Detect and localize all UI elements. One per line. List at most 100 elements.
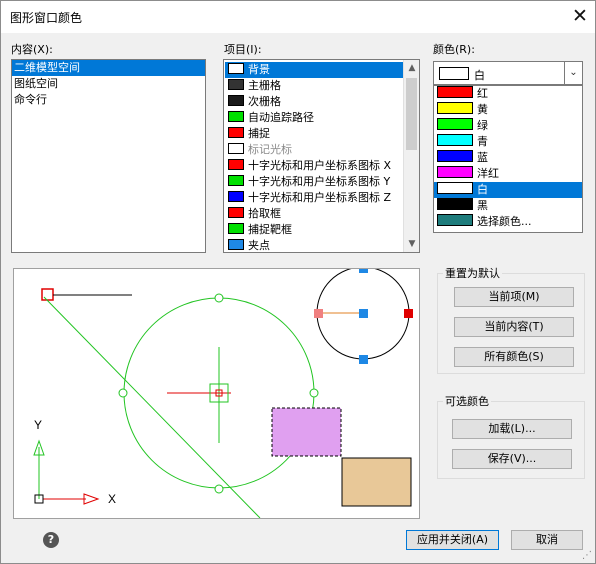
graphics-window-color-dialog: 图形窗口颜色 ✕ 内容(X): 二维模型空间 图纸空间 命令行 项目(I): 背景主… [0, 0, 596, 564]
element-color-swatch [228, 63, 244, 74]
title-bar: 图形窗口颜色 ✕ [1, 1, 595, 33]
color-option[interactable]: 选择颜色... [434, 214, 582, 230]
grip-center [359, 309, 368, 318]
element-item[interactable]: 自动追踪路径 [225, 110, 403, 126]
grip-bottom [214, 484, 224, 494]
grip-right [309, 388, 319, 398]
element-item-label: 主栅格 [248, 79, 281, 92]
restore-all-colors-button[interactable]: 所有颜色(S) [454, 347, 574, 367]
element-color-swatch [228, 223, 244, 234]
element-item[interactable]: 背景 [225, 62, 403, 78]
element-item[interactable]: 捕捉 [225, 126, 403, 142]
color-option-label: 红 [477, 87, 488, 100]
grip-bottom-blue [359, 355, 368, 364]
layout-paper-box [341, 457, 412, 507]
color-option[interactable]: 黄 [434, 102, 582, 118]
color-option-swatch [437, 198, 473, 210]
element-item[interactable]: 捕捉靶框 [225, 222, 403, 238]
color-option-label: 洋红 [477, 167, 499, 180]
apply-and-close-button[interactable]: 应用并关闭(A) [406, 530, 499, 550]
element-color-swatch [228, 111, 244, 122]
color-option[interactable]: 绿 [434, 118, 582, 134]
element-item[interactable]: 标记光标 [225, 142, 403, 158]
context-item[interactable]: 二维模型空间 [12, 60, 205, 76]
color-option-label: 绿 [477, 119, 488, 132]
color-option-label: 白 [477, 183, 488, 196]
color-option-label: 选择颜色... [477, 215, 532, 228]
scroll-up-icon[interactable]: ▲ [404, 60, 419, 76]
restore-defaults-title: 重置为默认 [443, 265, 502, 281]
color-option-swatch [437, 118, 473, 130]
element-item[interactable]: 次栅格 [225, 94, 403, 110]
color-option-swatch [437, 214, 473, 226]
cancel-button[interactable]: 取消 [511, 530, 583, 550]
color-option-swatch [437, 182, 473, 194]
dialog-title: 图形窗口颜色 [10, 11, 83, 25]
restore-current-context-button[interactable]: 当前内容(T) [454, 317, 574, 337]
color-option[interactable]: 白 [434, 182, 582, 198]
color-dropdown-list[interactable]: 红黄绿青蓝洋红白黑选择颜色... [433, 85, 583, 233]
color-option-swatch [437, 102, 473, 114]
preview-area: Y X [13, 268, 420, 519]
pickbox-mark [41, 288, 54, 301]
element-item-label: 自动追踪路径 [248, 111, 314, 124]
color-label: 颜色(R): [433, 43, 475, 56]
element-item[interactable]: 拾取框 [225, 206, 403, 222]
element-color-swatch [228, 239, 244, 250]
color-combobox[interactable]: 白 ⌄ [433, 61, 583, 85]
element-color-swatch [228, 175, 244, 186]
element-item[interactable]: 主栅格 [225, 78, 403, 94]
element-color-swatch [228, 79, 244, 90]
element-list[interactable]: 背景 主栅格次栅格 自动追踪路径 捕捉标记光标十字光标和用户坐标系图标 X 十字光标和用… [223, 59, 420, 253]
element-item-label: 标记光标 [248, 143, 292, 156]
chevron-down-icon[interactable]: ⌄ [564, 62, 582, 84]
context-item[interactable]: 命令行 [12, 92, 205, 108]
color-option-swatch [437, 86, 473, 98]
element-color-swatch [228, 207, 244, 218]
ucs-x-label: X [108, 492, 116, 506]
scroll-down-icon[interactable]: ▼ [404, 236, 419, 252]
element-item[interactable]: 夹点 [225, 238, 403, 252]
selection-area [271, 407, 342, 457]
element-color-swatch [228, 143, 244, 154]
tracking-path-line [43, 296, 261, 518]
element-item-label: 十字光标和用户坐标系图标 X [248, 159, 392, 172]
element-color-swatch [228, 159, 244, 170]
color-option-label: 黄 [477, 103, 488, 116]
element-label: 项目(I): [224, 43, 262, 56]
color-option[interactable]: 红 [434, 86, 582, 102]
element-item-label: 十字光标和用户坐标系图标 Z [248, 191, 392, 204]
element-item[interactable]: 十字光标和用户坐标系图标 X [225, 158, 403, 174]
element-item-label: 捕捉 [248, 127, 270, 140]
color-option[interactable]: 蓝 [434, 150, 582, 166]
color-option[interactable]: 黑 [434, 198, 582, 214]
optional-colors-title: 可选颜色 [443, 393, 491, 409]
context-list[interactable]: 二维模型空间 图纸空间 命令行 [11, 59, 206, 253]
restore-current-element-button[interactable]: 当前项(M) [454, 287, 574, 307]
color-option[interactable]: 洋红 [434, 166, 582, 182]
element-item-label: 夹点 [248, 239, 270, 252]
size-grip-icon[interactable]: ⋰ [582, 550, 592, 561]
color-option-label: 蓝 [477, 151, 488, 164]
grip-top [214, 293, 224, 303]
color-current-value: 白 [474, 69, 485, 82]
scroll-thumb[interactable] [406, 78, 417, 150]
save-button[interactable]: 保存(V)... [452, 449, 572, 469]
color-option-swatch [437, 166, 473, 178]
element-list-scrollbar[interactable]: ▲ ▼ [403, 60, 419, 252]
context-item[interactable]: 图纸空间 [12, 76, 205, 92]
load-button[interactable]: 加载(L)... [452, 419, 572, 439]
color-swatch [439, 67, 469, 80]
element-color-swatch [228, 191, 244, 202]
context-label: 内容(X): [11, 43, 53, 56]
element-item[interactable]: 十字光标和用户坐标系图标 Z [225, 190, 403, 206]
grip-selected [404, 309, 413, 318]
close-icon[interactable]: ✕ [567, 4, 593, 30]
color-option-label: 青 [477, 135, 488, 148]
ucs-y-label: Y [34, 418, 42, 432]
color-option[interactable]: 青 [434, 134, 582, 150]
help-icon[interactable]: ? [43, 532, 59, 548]
preview-canvas: Y X [33, 269, 413, 518]
element-item-label: 捕捉靶框 [248, 223, 292, 236]
element-item[interactable]: 十字光标和用户坐标系图标 Y [225, 174, 403, 190]
